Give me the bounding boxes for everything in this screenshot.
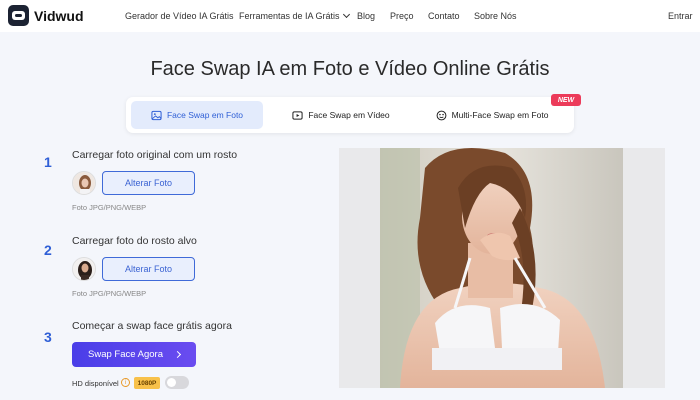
resolution-badge: 1080P: [134, 377, 160, 389]
top-header: Vidwud Gerador de Vídeo IA Grátis Ferram…: [0, 0, 700, 32]
step-1-formats: Foto JPG/PNG/WEBP: [72, 203, 147, 212]
target-face-thumbnail: [72, 257, 96, 281]
swap-button-label: Swap Face Agora: [88, 349, 163, 360]
chevron-down-icon: [342, 10, 350, 19]
hd-available-label: HD disponível: [72, 379, 119, 388]
change-target-face-button[interactable]: Alterar Foto: [102, 257, 195, 281]
mode-tabs: Face Swap em Foto Face Swap em Vídeo Mul…: [126, 97, 574, 133]
chevron-right-icon: [173, 350, 182, 359]
info-icon[interactable]: i: [121, 378, 130, 387]
result-preview-image: [380, 148, 623, 388]
new-badge: NEW: [551, 94, 581, 106]
tab-label: Face Swap em Vídeo: [308, 110, 390, 120]
page-title: Face Swap IA em Foto e Vídeo Online Grát…: [150, 58, 550, 80]
nav-item-contact[interactable]: Contato: [428, 11, 460, 21]
image-icon: [151, 110, 162, 120]
multi-face-icon: [436, 110, 446, 120]
original-photo-thumbnail: [72, 171, 96, 195]
tab-label: Face Swap em Foto: [166, 110, 244, 120]
login-link[interactable]: Entrar: [668, 11, 693, 21]
nav-item-about[interactable]: Sobre Nós: [474, 11, 517, 21]
tab-multi-face-swap[interactable]: Multi-Face Swap em Foto: [429, 101, 555, 129]
tab-face-swap-video[interactable]: Face Swap em Vídeo: [286, 101, 396, 129]
nav-item-ai-tools-label: Ferramentas de IA Grátis: [239, 11, 340, 21]
video-icon: [292, 110, 303, 120]
step-3-title: Começar a swap face grátis agora: [72, 320, 232, 332]
step-number-2: 2: [44, 242, 52, 258]
main-nav: Gerador de Vídeo IA Grátis Ferramentas d…: [0, 0, 700, 32]
step-1-title: Carregar foto original com um rosto: [72, 149, 238, 161]
change-original-photo-button[interactable]: Alterar Foto: [102, 171, 195, 195]
nav-item-blog[interactable]: Blog: [357, 11, 375, 21]
swap-face-now-button[interactable]: Swap Face Agora: [72, 342, 196, 367]
nav-item-ai-tools[interactable]: Ferramentas de IA Grátis: [239, 10, 350, 21]
hd-toggle[interactable]: [165, 376, 189, 389]
tab-face-swap-photo[interactable]: Face Swap em Foto: [131, 101, 263, 129]
step-2-formats: Foto JPG/PNG/WEBP: [72, 289, 147, 298]
tab-label: Multi-Face Swap em Foto: [451, 110, 549, 120]
step-2-title: Carregar foto do rosto alvo: [72, 235, 197, 247]
step-number-1: 1: [44, 154, 52, 170]
nav-item-pricing[interactable]: Preço: [390, 11, 414, 21]
step-number-3: 3: [44, 329, 52, 345]
nav-item-video-generator[interactable]: Gerador de Vídeo IA Grátis: [125, 11, 234, 21]
